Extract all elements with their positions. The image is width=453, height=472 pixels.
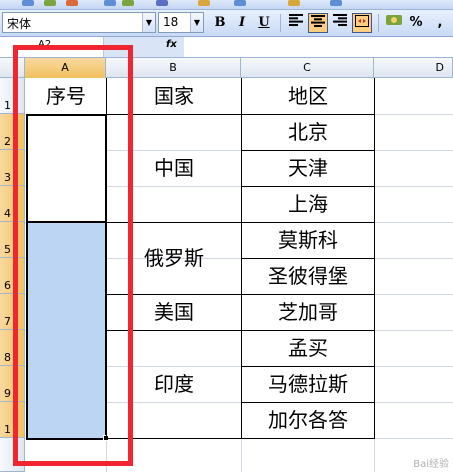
toolbar-icon[interactable]: [156, 0, 168, 6]
row-header-7[interactable]: 7: [0, 294, 25, 330]
currency-icon[interactable]: [384, 13, 404, 33]
region-cell: 圣彼得堡: [268, 264, 348, 288]
table-border: [241, 186, 374, 187]
region-cell: 北京: [288, 120, 328, 144]
toolbar-icon[interactable]: [66, 0, 78, 6]
region-cell: 莫斯科: [278, 228, 338, 252]
table-border: [241, 366, 374, 367]
row-number: 5: [4, 243, 11, 256]
font-size-value: 18: [163, 15, 179, 29]
selection-outline: [26, 114, 107, 440]
italic-button[interactable]: I: [232, 13, 252, 33]
toolbar-icon[interactable]: [104, 0, 116, 6]
formatting-toolbar: 宋体 ▼ 18 ▼ B I U % ,: [0, 10, 453, 37]
row-header-1[interactable]: 1: [0, 78, 25, 114]
merge-center-icon[interactable]: [352, 13, 372, 33]
column-header-a[interactable]: A: [25, 58, 106, 78]
country-cell: 美国: [154, 300, 194, 324]
country-cell: 印度: [154, 372, 194, 396]
header-country: 国家: [154, 84, 194, 108]
toolbar-icon[interactable]: [234, 0, 246, 6]
row-number: 4: [4, 207, 11, 220]
row-number: 9: [4, 387, 11, 400]
align-center-icon[interactable]: [308, 13, 328, 33]
country-cell: 中国: [154, 156, 194, 180]
align-left-icon[interactable]: [286, 13, 306, 33]
align-right-icon[interactable]: [330, 13, 350, 33]
toolbar-separator: [378, 14, 379, 32]
row-number: 2: [4, 135, 11, 148]
percent-button[interactable]: %: [406, 13, 426, 33]
region-cell: 马德拉斯: [268, 372, 348, 396]
table-border: [374, 78, 375, 439]
row-header-6[interactable]: 6: [0, 258, 25, 294]
toolbar-icon[interactable]: [44, 0, 56, 6]
comma-button[interactable]: ,: [430, 13, 450, 33]
select-all-corner[interactable]: [0, 58, 25, 78]
column-header-b[interactable]: B: [106, 58, 241, 78]
toolbar-icon[interactable]: [198, 0, 210, 6]
row-number: 6: [4, 279, 11, 292]
name-box-value: A2: [38, 39, 52, 50]
region-cell: 天津: [288, 156, 328, 180]
column-header-d-label: D: [435, 61, 444, 74]
row-header-9[interactable]: 9: [0, 366, 25, 402]
row-header-8[interactable]: 8: [0, 330, 25, 366]
region-cell: 上海: [288, 192, 328, 216]
underline-button[interactable]: U: [254, 13, 274, 33]
row-header-4[interactable]: 4: [0, 186, 25, 222]
chevron-down-icon[interactable]: ▼: [142, 13, 155, 32]
table-border: [241, 402, 374, 403]
row-number: 8: [4, 351, 11, 364]
table-border: [241, 258, 374, 259]
row-header-5[interactable]: 5: [0, 222, 25, 258]
worksheet-grid[interactable]: A B C D 1 2 3 4 5 6 7 8 9 1 序号 国家 地区 中国 …: [0, 58, 453, 472]
header-seq: 序号: [46, 84, 86, 108]
table-border: [106, 294, 374, 295]
toolbar-icon[interactable]: [22, 0, 34, 6]
table-border: [106, 330, 374, 331]
column-header-d[interactable]: D: [374, 58, 453, 78]
standard-toolbar: [0, 0, 453, 10]
bold-button[interactable]: B: [210, 13, 230, 33]
font-size-select[interactable]: 18 ▼: [158, 12, 204, 33]
chevron-down-icon[interactable]: ▼: [190, 13, 203, 32]
row-number: 1: [4, 423, 11, 436]
font-name-select[interactable]: 宋体 ▼: [2, 12, 156, 33]
table-border: [241, 150, 374, 151]
row-header-3[interactable]: 3: [0, 150, 25, 186]
country-cell: 俄罗斯: [144, 246, 204, 270]
row-header-10[interactable]: 1: [0, 402, 25, 438]
name-box[interactable]: A2: [0, 37, 104, 57]
font-name-value: 宋体: [7, 17, 32, 31]
toolbar-icon[interactable]: [330, 0, 342, 6]
row-number: 7: [4, 315, 11, 328]
insert-function-button[interactable]: fx: [166, 39, 177, 50]
watermark: Bai经验: [413, 459, 449, 470]
fx-zone: fx: [104, 37, 184, 57]
table-border: [106, 438, 374, 439]
header-region: 地区: [288, 84, 328, 108]
table-border: [106, 222, 374, 223]
row-number: 3: [4, 171, 11, 184]
toolbar-icon[interactable]: [288, 0, 300, 6]
region-cell: 加尔各答: [268, 408, 348, 432]
formula-bar: A2 fx: [0, 37, 453, 58]
row-header-2[interactable]: 2: [0, 114, 25, 150]
region-cell: 孟买: [288, 336, 328, 360]
region-cell: 芝加哥: [278, 300, 338, 324]
table-border: [106, 114, 374, 115]
toolbar-separator: [280, 14, 281, 32]
row-header-11[interactable]: [0, 438, 25, 472]
row-number: 1: [4, 99, 11, 112]
toolbar-icon[interactable]: [122, 0, 134, 6]
column-header-row: A B C D: [0, 58, 453, 78]
column-header-c[interactable]: C: [241, 58, 374, 78]
